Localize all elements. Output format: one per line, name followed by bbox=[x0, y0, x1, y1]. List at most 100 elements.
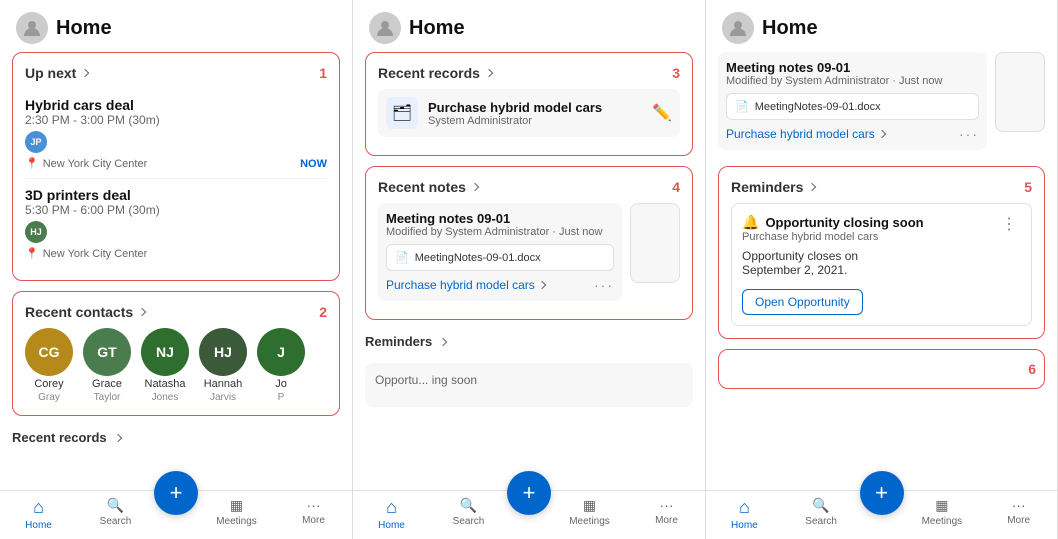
contact-item[interactable]: NJ Natasha Jones bbox=[141, 328, 189, 403]
reminders-section: Reminders 5 🔔 Opportunity closing soon P… bbox=[718, 166, 1045, 339]
chevron[interactable] bbox=[471, 183, 479, 191]
nav-search-label: Search bbox=[805, 516, 837, 527]
nav-search[interactable]: 🔍 Search bbox=[783, 497, 860, 531]
up-next-number: 1 bbox=[319, 65, 327, 81]
bottom-nav: + ⌂ Home 🔍 Search ▦ Meetings ··· More bbox=[706, 490, 1057, 539]
contact-item[interactable]: CG Corey Gray bbox=[25, 328, 73, 403]
contact-last: P bbox=[278, 392, 285, 403]
fab-button[interactable]: + bbox=[860, 471, 904, 515]
nav-more-label: More bbox=[302, 515, 325, 526]
note-link[interactable]: Purchase hybrid model cars bbox=[726, 127, 885, 141]
section-number: 5 bbox=[1024, 179, 1032, 195]
more-options[interactable]: ··· bbox=[959, 126, 979, 142]
contact-last: Jones bbox=[152, 392, 179, 403]
recent-records-label: Recent records bbox=[12, 430, 107, 445]
now-badge: NOW bbox=[300, 158, 327, 170]
fab-button[interactable]: + bbox=[154, 471, 198, 515]
event-item[interactable]: 3D printers deal 5:30 PM - 6:00 PM (30m)… bbox=[25, 179, 327, 268]
open-opportunity-button[interactable]: Open Opportunity bbox=[742, 289, 863, 315]
chevron[interactable] bbox=[485, 69, 493, 77]
reminder-item[interactable]: 🔔 Opportunity closing soon Purchase hybr… bbox=[731, 203, 1032, 326]
event-item[interactable]: Hybrid cars deal 2:30 PM - 3:00 PM (30m)… bbox=[25, 89, 327, 179]
recent-records-section: Recent records 3 🗂 Purchase hybrid model… bbox=[365, 52, 693, 156]
edit-icon[interactable]: ✏️ bbox=[652, 103, 672, 123]
reminders-chevron[interactable] bbox=[808, 183, 816, 191]
recent-records-link[interactable]: Recent records bbox=[12, 426, 340, 449]
nav-home-label: Home bbox=[25, 520, 52, 531]
nav-home[interactable]: ⌂ Home bbox=[706, 497, 783, 531]
panel-2: Home Recent records 3 🗂 Purchase hybrid … bbox=[353, 0, 706, 539]
contact-avatar: HJ bbox=[199, 328, 247, 376]
page-title: Home bbox=[409, 17, 465, 40]
reminders-link[interactable]: Reminders bbox=[365, 330, 693, 353]
partial-note-card bbox=[630, 203, 680, 283]
reminders-label: Reminders bbox=[365, 334, 432, 349]
nav-more[interactable]: ··· More bbox=[628, 497, 705, 531]
search-icon: 🔍 bbox=[460, 497, 477, 514]
note-title: Meeting notes 09-01 bbox=[386, 211, 614, 226]
contact-item[interactable]: J Jo P bbox=[257, 328, 305, 403]
meetings-icon: ▦ bbox=[935, 497, 948, 514]
contact-avatar: J bbox=[257, 328, 305, 376]
panel-1-header: Home bbox=[0, 0, 352, 52]
contact-first: Natasha bbox=[145, 378, 186, 390]
panel-3: Home Meeting notes 09-01 Modified by Sys… bbox=[706, 0, 1058, 539]
nav-meetings[interactable]: ▦ Meetings bbox=[198, 497, 275, 531]
up-next-chevron[interactable] bbox=[81, 69, 89, 77]
pin-icon: 📍 bbox=[25, 157, 39, 170]
user-avatar bbox=[722, 12, 754, 44]
reminders-chevron[interactable] bbox=[439, 337, 447, 345]
partial-reminder: Opportu... ing soon bbox=[365, 363, 693, 407]
contact-item[interactable]: HJ Hannah Jarvis bbox=[199, 328, 247, 403]
note-item[interactable]: Meeting notes 09-01 Modified by System A… bbox=[718, 52, 987, 150]
nav-more[interactable]: ··· More bbox=[980, 497, 1057, 531]
record-info: Purchase hybrid model cars System Admini… bbox=[428, 100, 642, 127]
reminder-menu[interactable]: ⋮ bbox=[997, 214, 1021, 234]
record-item[interactable]: 🗂 Purchase hybrid model cars System Admi… bbox=[378, 89, 680, 137]
nav-meetings[interactable]: ▦ Meetings bbox=[551, 497, 628, 531]
panel-2-header: Home bbox=[353, 0, 705, 52]
contact-last: Gray bbox=[38, 392, 60, 403]
nav-home[interactable]: ⌂ Home bbox=[353, 497, 430, 531]
up-next-title: Up next bbox=[25, 65, 88, 81]
recent-records-chevron[interactable] bbox=[113, 433, 121, 441]
note-link-row: Purchase hybrid model cars ··· bbox=[726, 126, 979, 142]
panel-1-content: Up next 1 Hybrid cars deal 2:30 PM - 3:0… bbox=[0, 52, 352, 490]
user-avatar bbox=[369, 12, 401, 44]
reminder-info: 🔔 Opportunity closing soon Purchase hybr… bbox=[742, 214, 924, 243]
pin-icon: 📍 bbox=[25, 247, 39, 260]
note-link[interactable]: Purchase hybrid model cars bbox=[386, 278, 545, 292]
nav-home-label: Home bbox=[731, 520, 758, 531]
recent-records-header: Recent records 3 bbox=[378, 65, 680, 81]
recent-notes-header: Recent notes 4 bbox=[378, 179, 680, 195]
meetings-icon: ▦ bbox=[583, 497, 596, 514]
fab-button[interactable]: + bbox=[507, 471, 551, 515]
section-number: 3 bbox=[672, 65, 680, 81]
more-options[interactable]: ··· bbox=[594, 277, 614, 293]
event-user-dot: HJ bbox=[25, 221, 47, 243]
file-name: MeetingNotes-09-01.docx bbox=[415, 252, 541, 264]
meetings-icon: ▦ bbox=[230, 497, 243, 514]
recent-contacts-section: Recent contacts 2 CG Corey Gray GT Grace… bbox=[12, 291, 340, 416]
event-user-dot: JP bbox=[25, 131, 47, 153]
note-sub: Modified by System Administrator · Just … bbox=[386, 226, 614, 238]
nav-more-label: More bbox=[1007, 515, 1030, 526]
contact-last: Jarvis bbox=[210, 392, 236, 403]
nav-home[interactable]: ⌂ Home bbox=[0, 497, 77, 531]
up-next-header: Up next 1 bbox=[25, 65, 327, 81]
nav-more[interactable]: ··· More bbox=[275, 497, 352, 531]
note-item[interactable]: Meeting notes 09-01 Modified by System A… bbox=[378, 203, 622, 301]
reminder-title: Opportunity closing soon bbox=[765, 215, 923, 230]
contact-avatar: CG bbox=[25, 328, 73, 376]
partial-note-card bbox=[995, 52, 1045, 132]
record-title: Purchase hybrid model cars bbox=[428, 100, 642, 115]
panel-3-content: Meeting notes 09-01 Modified by System A… bbox=[706, 52, 1057, 490]
nav-search[interactable]: 🔍 Search bbox=[430, 497, 507, 531]
contact-first: Jo bbox=[275, 378, 287, 390]
contact-item[interactable]: GT Grace Taylor bbox=[83, 328, 131, 403]
home-icon: ⌂ bbox=[33, 497, 44, 518]
nav-search[interactable]: 🔍 Search bbox=[77, 497, 154, 531]
contacts-chevron[interactable] bbox=[138, 308, 146, 316]
note-sub: Modified by System Administrator · Just … bbox=[726, 75, 979, 87]
nav-meetings[interactable]: ▦ Meetings bbox=[904, 497, 981, 531]
